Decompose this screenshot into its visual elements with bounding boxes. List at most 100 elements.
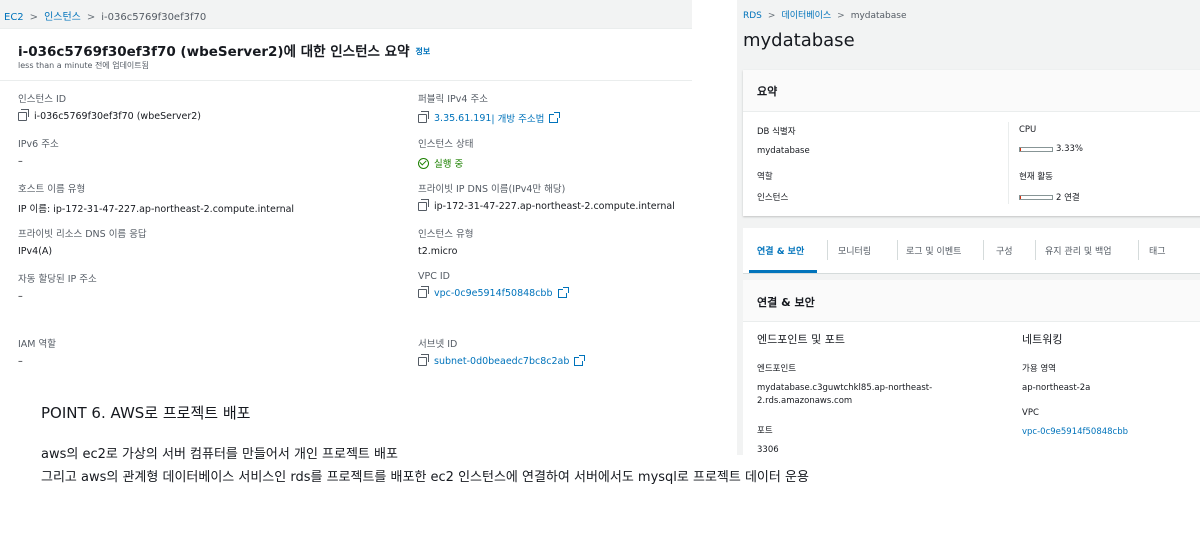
copy-icon[interactable] (418, 110, 429, 123)
tab-tags[interactable]: 태그 (1149, 244, 1166, 257)
external-link-icon[interactable] (549, 111, 561, 123)
field-private-dns-response: 프라이빗 리소스 DNS 이름 응답 IPv4(A) (18, 226, 147, 257)
breadcrumb-database-name: mydatabase (850, 11, 907, 21)
chevron-right-icon: > (29, 12, 39, 23)
public-ip-link[interactable]: 3.35.61.191 (434, 113, 491, 124)
field-instance-state: 인스턴스 상태 실행 중 (418, 136, 473, 170)
current-activity: 현재 활동 2 연결 (1019, 170, 1080, 203)
breadcrumb-rds[interactable]: RDS (743, 11, 762, 21)
field-value: – (18, 291, 23, 302)
field-label: 자동 할당된 IP 주소 (18, 274, 97, 285)
summary-heading: 요약 (757, 85, 778, 98)
copy-icon[interactable] (418, 286, 429, 298)
external-link-icon[interactable] (557, 287, 569, 298)
field-value: i-036c5769f30ef3f70 (wbeServer2) (18, 109, 201, 122)
tab-configuration[interactable]: 구성 (996, 244, 1013, 257)
instance-summary-card: i-036c5769f30ef3f70 (wbeServer2)에 대한 인스턴… (0, 28, 692, 374)
cpu-metric: CPU 3.33% (1019, 125, 1083, 154)
breadcrumb-instances[interactable]: 인스턴스 (44, 12, 81, 23)
tab-separator (897, 240, 898, 260)
field-hostname-type: 호스트 이름 유형 IP 이름: ip-172-31-47-227.ap-nor… (18, 181, 294, 215)
field-iam-role: IAM 역할 – (18, 336, 56, 367)
tab-separator (1138, 240, 1139, 260)
field-label: 프라이빗 리소스 DNS 이름 응답 (18, 229, 147, 240)
field-private-ip-dns: 프라이빗 IP DNS 이름(IPv4만 해당) ip-172-31-47-22… (418, 181, 675, 212)
field-value: vpc-0c9e5914f50848cbb (418, 286, 569, 299)
field-auto-assigned-ip: 자동 할당된 IP 주소 – (18, 271, 97, 302)
endpoint-section-title: 엔드포인트 및 포트 (757, 333, 845, 346)
db-role: 역할 인스턴스 (757, 170, 788, 203)
vpc-link[interactable]: vpc-0c9e5914f50848cbb (1022, 426, 1128, 439)
field-value: IP 이름: ip-172-31-47-227.ap-northeast-2.c… (18, 204, 295, 215)
cpu-usage-bar (1019, 146, 1053, 152)
instance-state-value: 실행 중 (434, 159, 464, 170)
section-heading: POINT 6. AWS로 프로젝트 배포 (41, 404, 251, 422)
page-title: i-036c5769f30ef3f70 (wbeServer2)에 대한 인스턴… (18, 40, 430, 60)
breadcrumb-databases[interactable]: 데이터베이스 (781, 11, 831, 21)
subnet-id-link[interactable]: subnet-0d0beaedc7bc8c2ab (434, 356, 569, 367)
role-value: 인스턴스 (757, 193, 789, 203)
vpc-field: VPC vpc-0c9e5914f50848cbb (1022, 408, 1128, 439)
database-title: mydatabase (743, 30, 855, 51)
db-identifier-value: mydatabase (757, 146, 810, 156)
cpu-label: CPU (1019, 125, 1037, 135)
tab-logs-events[interactable]: 로그 및 이벤트 (906, 244, 961, 257)
section-description: aws의 ec2로 가상의 서버 컴퓨터를 만들어서 개인 프로젝트 배포 그리… (41, 443, 809, 489)
db-identifier: DB 식별자 mydatabase (757, 125, 810, 156)
field-label: 서브넷 ID (418, 339, 458, 350)
field-label: 인스턴스 상태 (418, 139, 474, 150)
endpoint-field: 엔드포인트 mydatabase.c3guwtchkl85.ap-northea… (757, 362, 932, 408)
networking-section: 네트워킹 (1022, 331, 1062, 347)
db-identifier-label: DB 식별자 (757, 127, 796, 137)
external-link-icon[interactable] (574, 355, 586, 366)
cpu-value-row: 3.33% (1019, 144, 1083, 154)
field-value: IPv4(A) (18, 246, 53, 257)
field-value: 실행 중 (418, 156, 473, 170)
last-updated-text: less than a minute 전에 업데이트됨 (18, 61, 150, 70)
field-label: IAM 역할 (18, 339, 56, 350)
description-line-2: 그리고 aws의 관계형 데이터베이스 서비스인 rds를 프로젝트를 배포한 … (41, 470, 809, 485)
copy-icon[interactable] (418, 354, 429, 366)
chevron-right-icon: > (767, 11, 776, 21)
field-label: 인스턴스 유형 (418, 229, 474, 240)
cpu-value: 3.33% (1056, 144, 1084, 154)
tab-separator (827, 240, 828, 260)
summary-header: 요약 (743, 70, 1200, 112)
copy-icon[interactable] (418, 199, 429, 211)
rds-breadcrumb: RDS > 데이터베이스 > mydatabase (743, 8, 907, 21)
field-value: t2.micro (418, 246, 458, 257)
private-dns-value: ip-172-31-47-227.ap-northeast-2.compute.… (434, 201, 675, 212)
open-address-link[interactable]: | 개방 주소법 (491, 111, 544, 125)
copy-icon[interactable] (18, 109, 29, 121)
connectivity-security-card: 연결 & 보안 엔드포인트 및 포트 엔드포인트 mydatabase.c3gu… (743, 280, 1200, 455)
breadcrumb-ec2[interactable]: EC2 (4, 12, 24, 23)
tab-maintenance-backup[interactable]: 유지 관리 및 백업 (1045, 244, 1112, 257)
activity-bar (1019, 194, 1053, 200)
vpc-id-link[interactable]: vpc-0c9e5914f50848cbb (434, 288, 553, 299)
info-link[interactable]: 정보 (415, 47, 430, 56)
rds-database-panel: RDS > 데이터베이스 > mydatabase mydatabase 요약 DB 식… (737, 0, 1200, 455)
field-vpc-id: VPC ID vpc-0c9e5914f50848cbb (418, 271, 569, 299)
activity-value: 2 연결 (1056, 193, 1080, 203)
activity-label: 현재 활동 (1019, 172, 1053, 182)
field-value: subnet-0d0beaedc7bc8c2ab (418, 354, 586, 367)
summary-divider (1008, 122, 1009, 204)
endpoint-value-line1: mydatabase.c3guwtchkl85.ap-northeast- (757, 383, 933, 393)
ec2-instance-summary-panel: EC2 > 인스턴스 > i-036c5769f30ef3f70 i-036c5769f… (0, 0, 692, 374)
availability-zone-label: 가용 영역 (1022, 364, 1056, 374)
availability-zone-field: 가용 영역 ap-northeast-2a (1022, 362, 1090, 395)
tab-connectivity-security[interactable]: 연결 & 보안 (757, 244, 804, 257)
instance-summary-header: i-036c5769f30ef3f70 (wbeServer2)에 대한 인스턴… (0, 29, 692, 81)
field-value: 3.35.61.191 | 개방 주소법 (418, 110, 561, 125)
field-instance-id: 인스턴스 ID i-036c5769f30ef3f70 (wbeServer2) (18, 91, 201, 122)
connectivity-header: 연결 & 보안 (743, 280, 1200, 322)
tab-monitoring[interactable]: 모니터링 (838, 244, 871, 257)
instance-id-value: i-036c5769f30ef3f70 (wbeServer2) (34, 111, 201, 122)
field-label: IPv6 주소 (18, 139, 59, 150)
summary-card: 요약 DB 식별자 mydatabase 역할 인스턴스 CPU 3.33% 현… (743, 70, 1200, 216)
field-label: 퍼블릭 IPv4 주소 (418, 94, 488, 105)
ec2-breadcrumb: EC2 > 인스턴스 > i-036c5769f30ef3f70 (4, 8, 206, 23)
page-title-text: i-036c5769f30ef3f70 (wbeServer2)에 대한 인스턴… (18, 44, 410, 60)
port-label: 포트 (757, 426, 773, 436)
connectivity-heading: 연결 & 보안 (757, 296, 815, 309)
